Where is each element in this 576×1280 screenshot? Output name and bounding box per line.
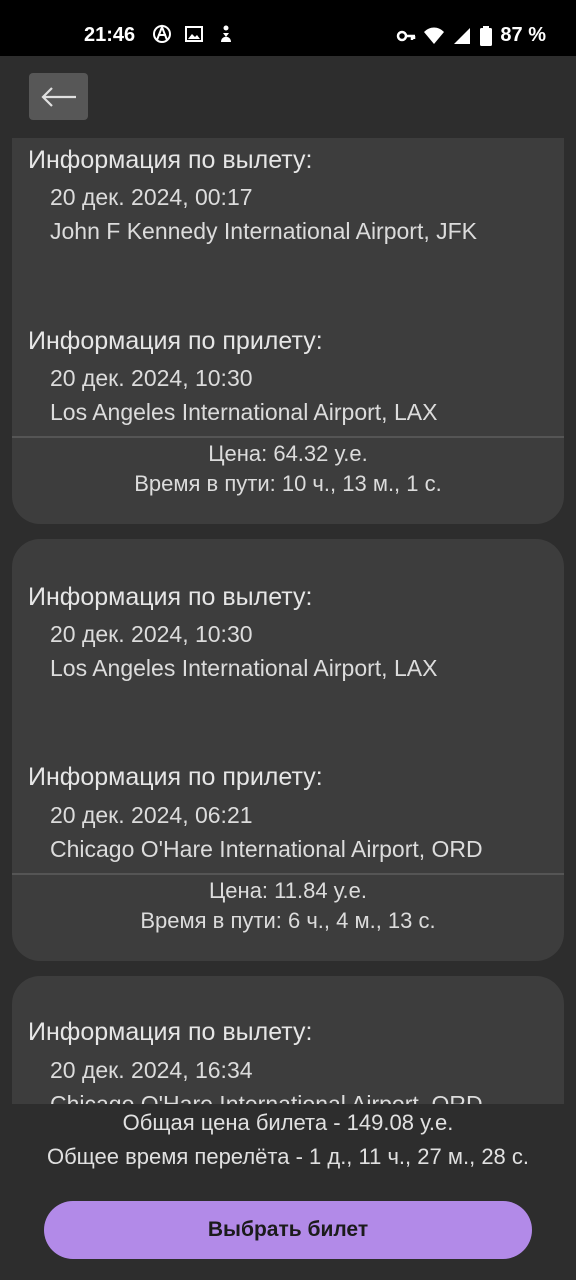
- arrival-datetime: 20 дек. 2024, 06:21: [50, 802, 253, 828]
- wifi-icon: [424, 27, 445, 44]
- card-divider: [12, 873, 564, 875]
- departure-title: Информация по вылету:: [28, 146, 313, 174]
- battery-icon: [480, 25, 493, 46]
- total-time: Общее время перелёта - 1 д., 11 ч., 27 м…: [46, 1144, 530, 1169]
- back-button[interactable]: [29, 73, 88, 120]
- departure-airport: John F Kennedy International Airport, JF…: [50, 218, 478, 244]
- departure-title: Информация по вылету:: [28, 1018, 313, 1046]
- status-time: 21:46: [84, 24, 136, 46]
- status-bar: 21:46 87 %: [0, 0, 576, 56]
- departure-airport: Chicago O'Hare International Airport, OR…: [50, 1091, 483, 1104]
- duration-text: Время в пути: 10 ч., 13 м., 1 с.: [134, 471, 442, 496]
- departure-airport: Los Angeles International Airport, LAX: [50, 655, 438, 681]
- price-text: Цена: 64.32 у.е.: [208, 441, 368, 466]
- flight-list[interactable]: Информация по вылету: 20 дек. 2024, 00:1…: [0, 138, 576, 1104]
- arrival-airport: Los Angeles International Airport, LAX: [50, 399, 438, 425]
- vpn-anarchy-icon: [153, 24, 171, 43]
- card-divider: [12, 436, 564, 438]
- select-ticket-button[interactable]: Выбрать билет: [44, 1201, 532, 1259]
- departure-datetime: 20 дек. 2024, 10:30: [50, 621, 253, 647]
- departure-datetime: 20 дек. 2024, 00:17: [50, 184, 253, 210]
- flight-card: Информация по вылету: 20 дек. 2024, 16:3…: [12, 976, 564, 1104]
- arrival-title: Информация по прилету:: [28, 763, 323, 791]
- arrival-airport: Chicago O'Hare International Airport, OR…: [50, 836, 483, 862]
- departure-title: Информация по вылету:: [28, 583, 313, 611]
- battery-percent: 87 %: [500, 24, 546, 46]
- accessibility-icon: [221, 25, 231, 42]
- app-bar: [0, 56, 576, 138]
- arrival-title: Информация по прилету:: [28, 327, 323, 355]
- duration-text: Время в пути: 6 ч., 4 м., 13 с.: [140, 908, 436, 933]
- arrival-datetime: 20 дек. 2024, 10:30: [50, 365, 253, 391]
- arrow-left-icon: [40, 86, 76, 107]
- price-text: Цена: 11.84 у.е.: [209, 878, 367, 903]
- departure-datetime: 20 дек. 2024, 16:34: [50, 1057, 253, 1083]
- key-icon: [397, 30, 416, 41]
- summary-footer: Общая цена билета - 149.08 у.е. Общее вр…: [0, 1104, 576, 1280]
- total-price: Общая цена билета - 149.08 у.е.: [122, 1110, 454, 1135]
- flight-card: Информация по вылету: 20 дек. 2024, 00:1…: [12, 138, 564, 524]
- image-icon: [185, 26, 203, 42]
- status-right-icons: 87 %: [396, 24, 546, 47]
- status-left-icons: [152, 24, 236, 44]
- signal-icon: [454, 27, 471, 44]
- flight-card: Информация по вылету: 20 дек. 2024, 10:3…: [12, 539, 564, 961]
